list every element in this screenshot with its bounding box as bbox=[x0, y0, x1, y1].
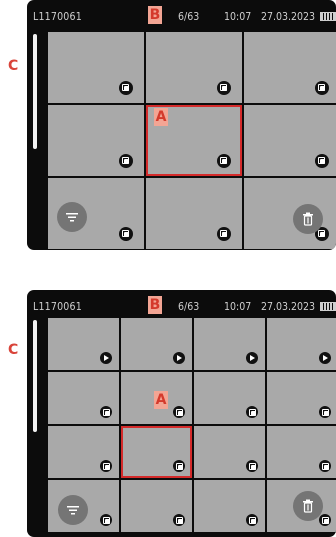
filename-label: L1170061 bbox=[33, 11, 82, 23]
filter-button[interactable] bbox=[58, 495, 88, 525]
thumbnail[interactable] bbox=[194, 480, 265, 532]
stack-icon bbox=[217, 154, 231, 168]
stack-icon bbox=[173, 406, 185, 418]
thumbnail[interactable] bbox=[121, 480, 192, 532]
callout-b: B bbox=[148, 6, 162, 24]
stack-icon bbox=[173, 460, 185, 472]
playback-screen-3x3: L1170061 6/63 10:07 27.03.2023 B A bbox=[27, 0, 336, 250]
stack-icon bbox=[246, 460, 258, 472]
thumbnail[interactable] bbox=[267, 372, 336, 424]
delete-button[interactable] bbox=[293, 204, 323, 234]
stack-icon bbox=[319, 406, 331, 418]
filter-icon bbox=[67, 506, 79, 515]
thumbnail[interactable] bbox=[146, 32, 242, 103]
thumbnail[interactable] bbox=[194, 318, 265, 370]
stack-icon bbox=[100, 460, 112, 472]
time-label: 10:07 bbox=[224, 11, 252, 23]
stack-icon bbox=[100, 514, 112, 526]
stack-icon bbox=[315, 81, 329, 95]
date-label: 27.03.2023 bbox=[261, 301, 316, 313]
stack-icon bbox=[319, 514, 331, 526]
stack-icon bbox=[246, 406, 258, 418]
thumbnail[interactable] bbox=[121, 318, 192, 370]
stack-icon bbox=[119, 154, 133, 168]
stack-icon bbox=[119, 81, 133, 95]
thumbnail[interactable] bbox=[244, 32, 336, 103]
filter-button[interactable] bbox=[57, 202, 87, 232]
image-counter: 6/63 bbox=[178, 11, 200, 23]
delete-button[interactable] bbox=[293, 491, 323, 521]
thumbnail[interactable] bbox=[267, 426, 336, 478]
thumbnail[interactable] bbox=[48, 318, 119, 370]
stack-icon bbox=[315, 154, 329, 168]
callout-b: B bbox=[148, 296, 162, 314]
thumbnail[interactable] bbox=[244, 105, 336, 176]
scrollbar[interactable] bbox=[33, 34, 37, 149]
thumbnail[interactable] bbox=[48, 426, 119, 478]
time-label: 10:07 bbox=[224, 301, 252, 313]
callout-a: A bbox=[154, 108, 168, 126]
play-icon bbox=[173, 352, 185, 364]
callout-c: C bbox=[8, 58, 19, 74]
filename-label: L1170061 bbox=[33, 301, 82, 313]
status-bar: L1170061 6/63 10:07 27.03.2023 bbox=[27, 0, 336, 32]
battery-icon bbox=[320, 302, 336, 311]
filter-icon bbox=[66, 213, 78, 222]
trash-icon bbox=[303, 499, 313, 513]
date-label: 27.03.2023 bbox=[261, 11, 316, 23]
stack-icon bbox=[217, 81, 231, 95]
battery-icon bbox=[320, 12, 336, 21]
play-icon bbox=[246, 352, 258, 364]
stack-icon bbox=[100, 406, 112, 418]
callout-a: A bbox=[154, 391, 168, 409]
play-icon bbox=[100, 352, 112, 364]
callout-c: C bbox=[8, 342, 19, 358]
thumbnail[interactable] bbox=[48, 32, 144, 103]
scrollbar[interactable] bbox=[33, 320, 37, 432]
thumbnail[interactable] bbox=[48, 105, 144, 176]
thumbnail[interactable] bbox=[146, 178, 242, 249]
image-counter: 6/63 bbox=[178, 301, 200, 313]
thumbnail[interactable] bbox=[194, 372, 265, 424]
stack-icon bbox=[119, 227, 133, 241]
play-icon bbox=[319, 352, 331, 364]
stack-icon bbox=[246, 514, 258, 526]
stack-icon bbox=[319, 460, 331, 472]
thumbnail-selected[interactable] bbox=[121, 426, 192, 478]
stack-icon bbox=[173, 514, 185, 526]
trash-icon bbox=[303, 212, 313, 226]
thumbnail[interactable] bbox=[48, 372, 119, 424]
stack-icon bbox=[217, 227, 231, 241]
thumbnail[interactable] bbox=[267, 318, 336, 370]
playback-screen-4x4: L1170061 6/63 10:07 27.03.2023 B A bbox=[27, 290, 336, 537]
thumbnail[interactable] bbox=[194, 426, 265, 478]
